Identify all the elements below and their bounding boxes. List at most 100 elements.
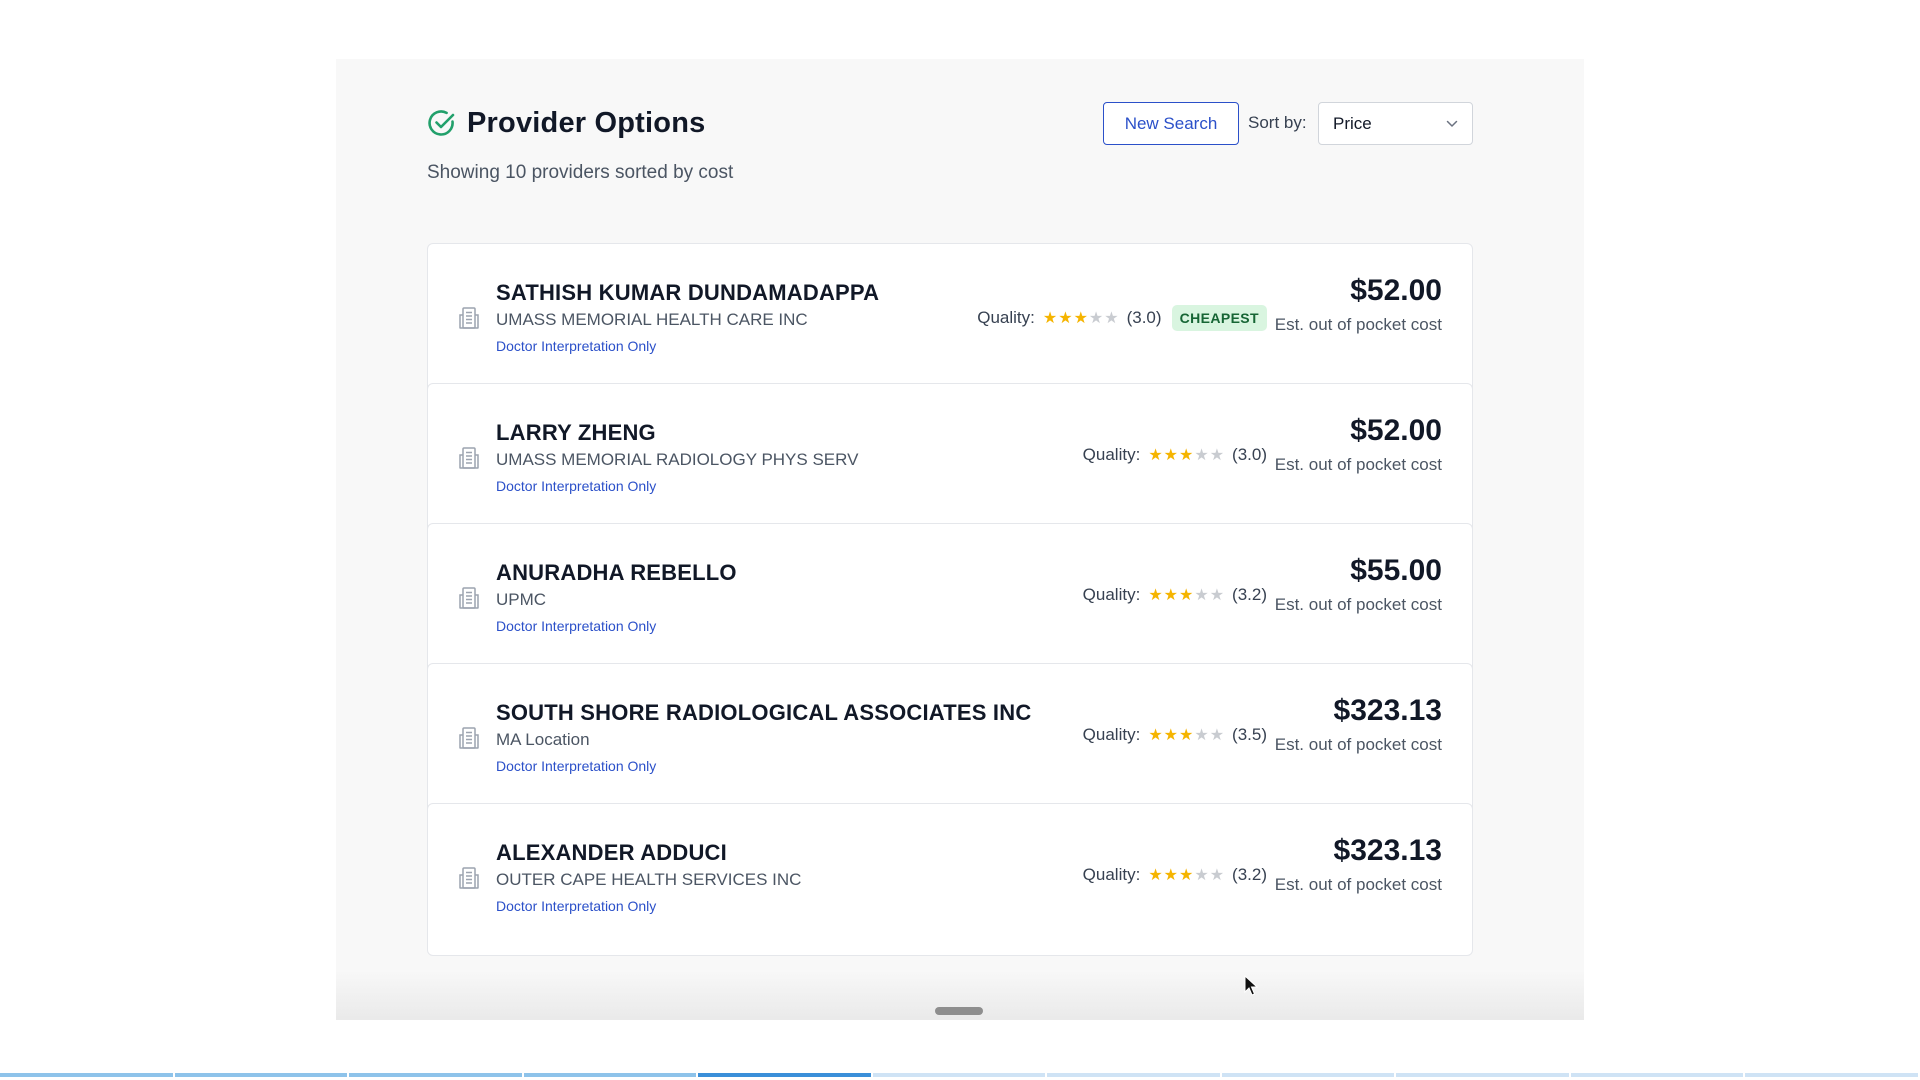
progress-segment xyxy=(1047,1073,1220,1077)
rating-value: (3.0) xyxy=(1126,308,1162,327)
provider-name: ALEXANDER ADDUCI xyxy=(496,840,727,865)
provider-organization: MA Location xyxy=(496,730,590,749)
provider-price: $323.13 xyxy=(1333,694,1442,727)
provider-organization: UMASS MEMORIAL HEALTH CARE INC xyxy=(496,310,808,329)
star-filled-icon: ★ xyxy=(1148,447,1163,464)
quality-rating: Quality: ★ ★ ★ ★ ★ (3.2) xyxy=(1083,585,1267,605)
progress-segment xyxy=(174,1073,348,1077)
page-title: Provider Options xyxy=(467,106,706,139)
progress-bar xyxy=(0,1073,1920,1078)
building-icon xyxy=(459,307,479,329)
progress-segment xyxy=(523,1073,697,1077)
progress-segment xyxy=(1396,1073,1569,1077)
price-caption: Est. out of pocket cost xyxy=(1274,735,1442,754)
results-summary: Showing 10 providers sorted by cost xyxy=(427,162,734,183)
new-search-button[interactable]: New Search xyxy=(1103,102,1239,145)
star-filled-icon: ★ xyxy=(1163,867,1178,884)
progress-segment xyxy=(349,1073,522,1077)
header: Provider Options New Search Sort by: Pri… xyxy=(427,98,1473,148)
star-filled-icon: ★ xyxy=(1148,727,1163,744)
provider-price: $52.00 xyxy=(1350,274,1442,307)
progress-segment xyxy=(1570,1073,1744,1077)
star-filled-icon: ★ xyxy=(1148,867,1163,884)
provider-options-panel: Provider Options New Search Sort by: Pri… xyxy=(336,59,1584,1020)
quality-label: Quality: xyxy=(1082,725,1141,744)
quality-label: Quality: xyxy=(1082,585,1141,604)
rating-value: (3.2) xyxy=(1232,585,1267,604)
star-filled-icon: ★ xyxy=(1163,447,1178,464)
star-filled-icon: ★ xyxy=(1058,310,1073,327)
provider-service-link[interactable]: Doctor Interpretation Only xyxy=(496,898,656,914)
star-filled-icon: ★ xyxy=(1042,310,1058,327)
check-circle-icon xyxy=(428,110,455,136)
star-empty-icon: ★ xyxy=(1088,310,1104,327)
progress-segment xyxy=(1745,1073,1918,1077)
quality-label: Quality: xyxy=(1082,445,1141,464)
drag-handle[interactable] xyxy=(935,1007,983,1015)
price-caption: Est. out of pocket cost xyxy=(1274,595,1442,614)
star-filled-icon: ★ xyxy=(1073,310,1088,327)
sort-select-value: Price xyxy=(1333,113,1372,133)
provider-card[interactable]: ALEXANDER ADDUCI OUTER CAPE HEALTH SERVI… xyxy=(427,803,1473,956)
star-empty-icon: ★ xyxy=(1209,867,1225,884)
star-empty-icon: ★ xyxy=(1194,587,1209,604)
quality-rating: Quality: ★ ★ ★ ★ ★ (3.0) xyxy=(1083,445,1267,465)
sort-select[interactable]: Price xyxy=(1318,102,1473,145)
provider-card[interactable]: ANURADHA REBELLO UPMC Doctor Interpretat… xyxy=(427,523,1473,676)
star-filled-icon: ★ xyxy=(1148,587,1163,604)
rating-value: (3.2) xyxy=(1232,865,1267,884)
quality-rating: Quality: ★ ★ ★ ★ ★ (3.5) xyxy=(1083,725,1267,745)
provider-card[interactable]: SOUTH SHORE RADIOLOGICAL ASSOCIATES INC … xyxy=(427,663,1473,816)
provider-service-link[interactable]: Doctor Interpretation Only xyxy=(496,338,656,354)
star-empty-icon: ★ xyxy=(1209,587,1225,604)
provider-name: ANURADHA REBELLO xyxy=(496,560,737,585)
provider-price: $52.00 xyxy=(1350,414,1442,447)
star-filled-icon: ★ xyxy=(1179,727,1194,744)
building-icon xyxy=(459,587,479,609)
mouse-cursor-icon xyxy=(1244,975,1258,996)
star-filled-icon: ★ xyxy=(1179,447,1194,464)
progress-segment xyxy=(698,1073,871,1077)
provider-card[interactable]: SATHISH KUMAR DUNDAMADAPPA UMASS MEMORIA… xyxy=(427,243,1473,396)
provider-organization: OUTER CAPE HEALTH SERVICES INC xyxy=(496,870,802,889)
provider-organization: UPMC xyxy=(496,590,547,609)
star-rating: ★ ★ ★ ★ ★ xyxy=(1148,445,1224,465)
quality-label: Quality: xyxy=(977,308,1035,327)
star-rating: ★ ★ ★ ★ ★ xyxy=(1148,585,1224,605)
price-caption: Est. out of pocket cost xyxy=(1274,315,1442,334)
star-filled-icon: ★ xyxy=(1179,867,1194,884)
provider-service-link[interactable]: Doctor Interpretation Only xyxy=(496,478,656,494)
provider-organization: UMASS MEMORIAL RADIOLOGY PHYS SERV xyxy=(496,450,859,469)
rating-value: (3.5) xyxy=(1232,725,1267,744)
star-rating: ★ ★ ★ ★ ★ xyxy=(1043,308,1119,328)
provider-price: $323.13 xyxy=(1333,834,1442,867)
star-empty-icon: ★ xyxy=(1209,727,1225,744)
provider-service-link[interactable]: Doctor Interpretation Only xyxy=(496,758,656,774)
provider-price: $55.00 xyxy=(1350,554,1442,587)
price-caption: Est. out of pocket cost xyxy=(1274,875,1442,894)
star-empty-icon: ★ xyxy=(1104,310,1119,327)
building-icon xyxy=(459,727,479,749)
building-icon xyxy=(459,447,479,469)
star-empty-icon: ★ xyxy=(1209,447,1225,464)
star-rating: ★ ★ ★ ★ ★ xyxy=(1148,865,1224,885)
title-wrap: Provider Options xyxy=(427,98,705,148)
quality-rating: Quality: ★ ★ ★ ★ ★ (3.0) CHEAPEST xyxy=(977,305,1267,331)
building-icon xyxy=(459,867,479,889)
star-empty-icon: ★ xyxy=(1194,447,1209,464)
provider-card[interactable]: LARRY ZHENG UMASS MEMORIAL RADIOLOGY PHY… xyxy=(427,383,1473,536)
provider-name: LARRY ZHENG xyxy=(496,420,656,445)
star-empty-icon: ★ xyxy=(1194,867,1209,884)
star-filled-icon: ★ xyxy=(1163,727,1178,744)
quality-rating: Quality: ★ ★ ★ ★ ★ (3.2) xyxy=(1083,865,1267,885)
chevron-down-icon xyxy=(1446,120,1458,127)
price-caption: Est. out of pocket cost xyxy=(1274,455,1442,474)
star-rating: ★ ★ ★ ★ ★ xyxy=(1148,725,1224,745)
rating-value: (3.0) xyxy=(1232,445,1267,464)
provider-service-link[interactable]: Doctor Interpretation Only xyxy=(496,618,656,634)
star-empty-icon: ★ xyxy=(1194,727,1209,744)
quality-label: Quality: xyxy=(1082,865,1141,884)
sort-by-label: Sort by: xyxy=(1248,113,1307,132)
provider-name: SOUTH SHORE RADIOLOGICAL ASSOCIATES INC xyxy=(496,700,1032,725)
cheapest-badge: CHEAPEST xyxy=(1171,305,1267,331)
